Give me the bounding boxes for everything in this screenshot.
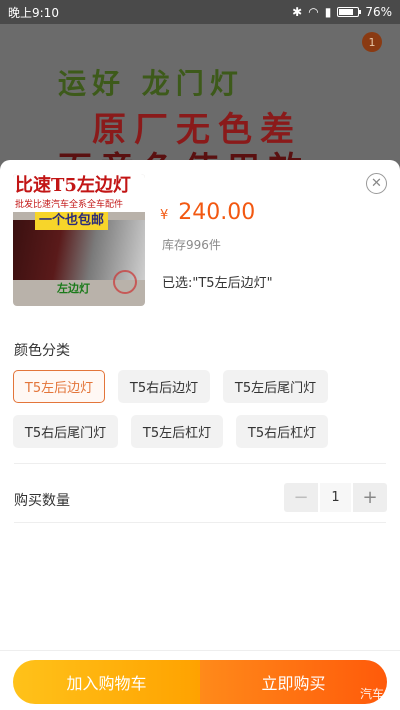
status-icons: ✱ ◠ ▮ 76% (292, 5, 392, 19)
buy-now-button[interactable]: 立即购买 (200, 660, 387, 704)
variant-option[interactable]: T5右后杠灯 (236, 415, 328, 448)
cart-count-badge: 1 (362, 32, 382, 52)
close-icon[interactable]: ✕ (366, 173, 387, 194)
bluetooth-icon: ✱ (292, 5, 303, 19)
variant-option[interactable]: T5左后边灯 (13, 370, 105, 403)
seal-stamp (113, 270, 137, 294)
thumb-banner: 一个也包邮 (35, 212, 109, 230)
variant-section-title: 颜色分类 (14, 343, 70, 359)
variant-option[interactable]: T5右后边灯 (118, 370, 210, 403)
divider (14, 463, 386, 464)
status-bar: 晚上9:10 ✱ ◠ ▮ 76% (0, 0, 400, 24)
selected-variant: 已选:"T5左后边灯" (162, 276, 273, 291)
product-banner-background: 运好 龙门灯 原厂无色差 百意色使用效 1 (0, 24, 400, 174)
signal-icon: ▮ (324, 5, 332, 19)
banner-text-1: 运好 龙门灯 (58, 67, 244, 100)
thumb-title: 比速T5左边灯 (13, 174, 145, 198)
product-thumbnail: 比速T5左边灯 批发比速汽车全系全车配件 一个也包邮 左边灯 (13, 174, 145, 306)
divider (14, 522, 386, 523)
quantity-value[interactable]: 1 (318, 483, 353, 512)
thumb-caption: 左边灯 (57, 282, 90, 295)
variant-option[interactable]: T5左后杠灯 (131, 415, 223, 448)
thumb-subtitle: 批发比速汽车全系全车配件 (13, 198, 145, 212)
increase-button[interactable]: + (353, 483, 387, 512)
price-value: 240.00 (178, 200, 256, 225)
price: ¥ 240.00 (160, 200, 255, 225)
sku-selection-sheet: 比速T5左边灯 批发比速汽车全系全车配件 一个也包邮 左边灯 ¥ 240.00 … (0, 160, 400, 710)
variant-option[interactable]: T5左后尾门灯 (223, 370, 328, 403)
watermark: 汽车之 (359, 687, 396, 701)
battery-icon (337, 7, 362, 17)
decrease-button[interactable]: − (284, 483, 318, 512)
currency-symbol: ¥ (160, 208, 169, 223)
stock-count: 库存996件 (162, 238, 221, 252)
battery-percent: 76% (365, 5, 392, 19)
quantity-stepper: − 1 + (284, 483, 387, 512)
status-time: 晚上9:10 (8, 5, 59, 20)
battery-level-fill (339, 9, 354, 15)
wifi-icon: ◠ (308, 5, 319, 19)
variant-option[interactable]: T5右后尾门灯 (13, 415, 118, 448)
quantity-label: 购买数量 (14, 493, 70, 509)
add-to-cart-button[interactable]: 加入购物车 (13, 660, 200, 704)
